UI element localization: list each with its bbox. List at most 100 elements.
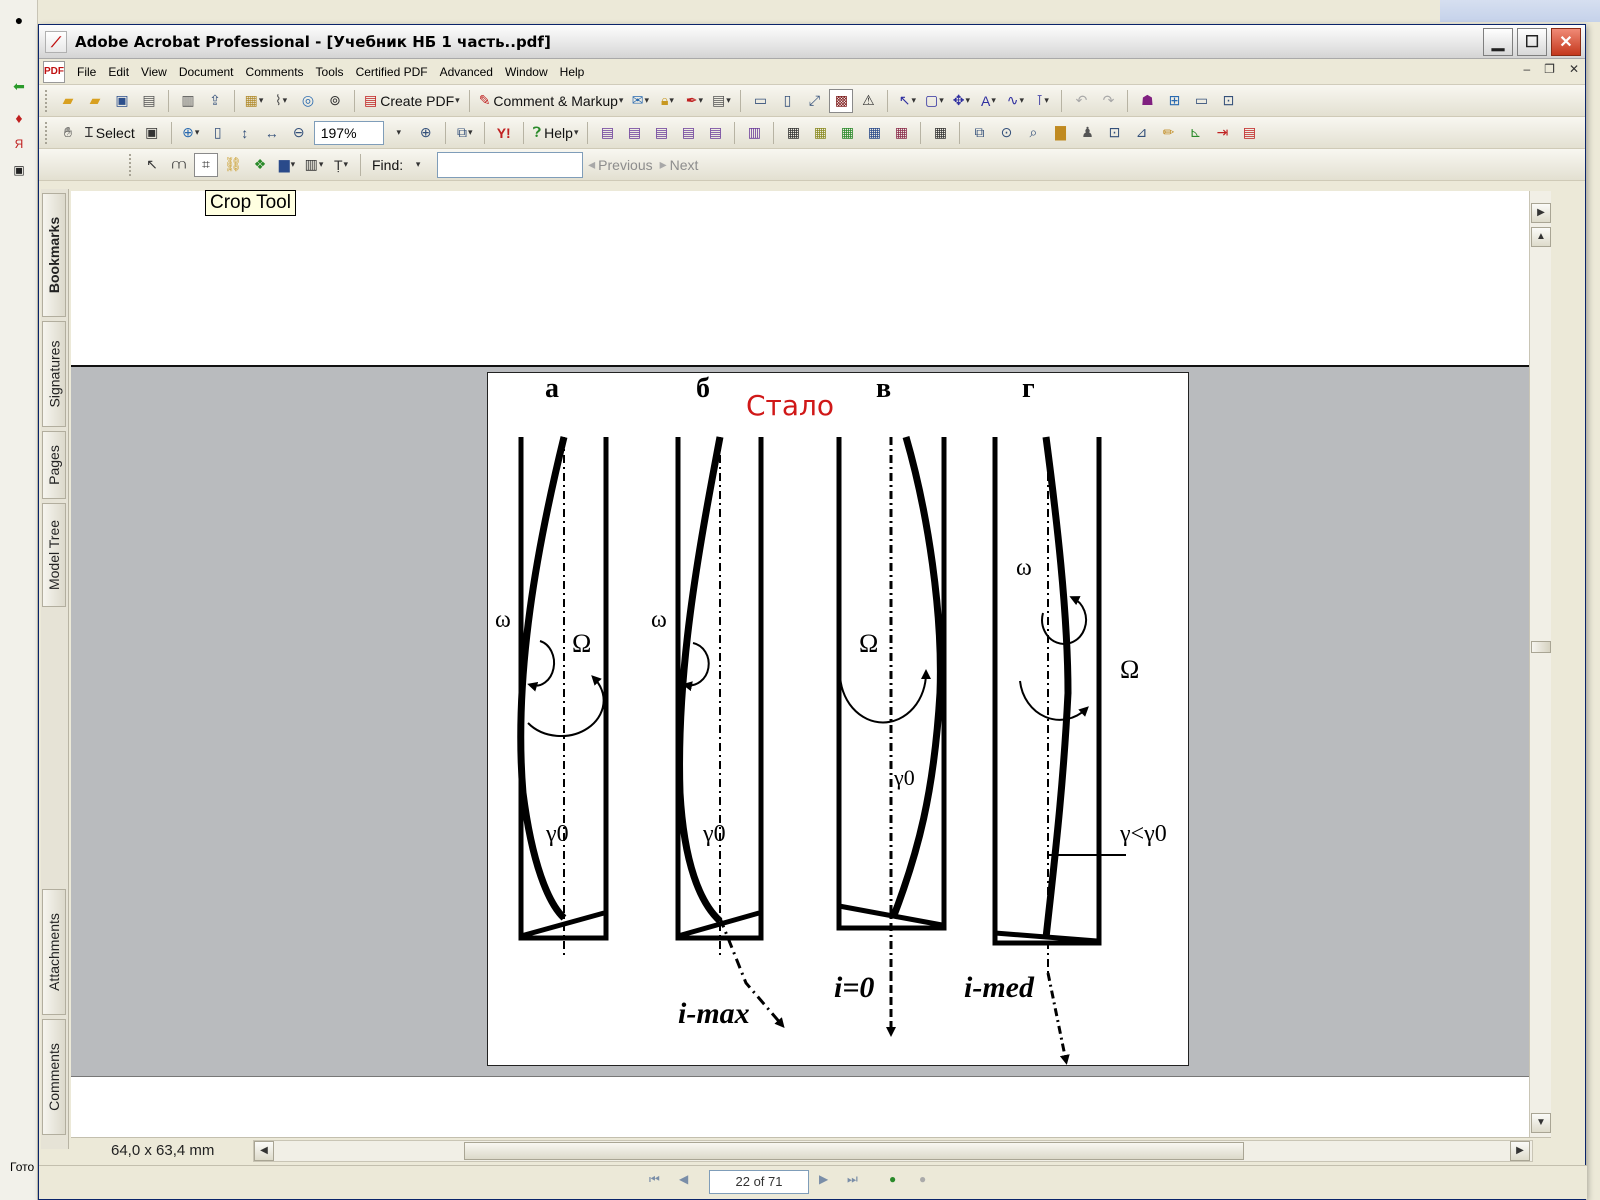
select-text-button[interactable]: Ɪ Select [83,121,137,145]
zoom-out-icon[interactable]: ⊖ [287,121,311,145]
bird-icon[interactable]: ♦ [6,106,32,130]
window2-icon[interactable]: ⊡ [1216,89,1240,113]
doc-tool-2-icon[interactable]: ▤ [622,121,646,145]
pointer-tool-icon[interactable]: ↖ [140,153,164,177]
find-label[interactable]: Find: [372,157,403,173]
horizontal-scrollbar[interactable]: ◀ ▶ [253,1139,1533,1162]
magnifier-icon[interactable]: ⌕ [1021,121,1045,145]
comment-markup-button[interactable]: ✎ Comment & Markup [477,89,626,113]
find-next-button[interactable]: ▸ Next [658,153,701,177]
minimize-button[interactable]: ▁ [1483,28,1513,56]
menu-certified-pdf[interactable]: Certified PDF [350,63,434,81]
doc-minimize-button[interactable]: – [1523,62,1530,76]
tab-model-tree[interactable]: Model Tree [42,503,66,607]
page-tool-6-icon[interactable]: ▦ [928,121,952,145]
open-folder-icon[interactable]: ▰ [56,89,80,113]
doc-tool-6-icon[interactable]: ▥ [742,121,766,145]
scroll-left-icon[interactable]: ◀ [254,1140,274,1161]
movie-tool-icon[interactable]: ▥ [302,153,326,177]
page-layout-icon[interactable]: ⧉ [453,121,477,145]
email-icon[interactable]: ◎ [296,89,320,113]
zoom-in-tool-icon[interactable]: ⊕ [179,121,203,145]
maximize-button[interactable]: ☐ [1517,28,1547,56]
back-arrow-icon[interactable]: ⬅ [6,74,32,98]
last-page-icon[interactable]: ⏭ [847,1172,858,1187]
pencil-icon[interactable]: ✏ [1156,121,1180,145]
tab-attachments[interactable]: Attachments [42,889,66,1015]
create-pdf-button[interactable]: ▤ Create PDF [362,89,462,113]
actual-size-icon[interactable]: ▯ [206,121,230,145]
link-chain-icon[interactable]: ⛓︎ [221,153,245,177]
organizer-dropdown-icon[interactable]: ▦ [242,89,266,113]
menu-document[interactable]: Document [173,63,240,81]
organizer-icon[interactable]: ▰ [83,89,107,113]
menu-file[interactable]: File [71,63,102,81]
print-setup-icon[interactable]: ▥ [176,89,200,113]
toolbar-grip[interactable] [45,89,49,112]
fit-page-icon[interactable]: ▭ [748,89,772,113]
send-review-icon[interactable]: ✉ [628,89,652,113]
secure-lock-icon[interactable]: 🔒︎ [655,89,679,113]
rectangle-tool-icon[interactable]: ▢ [922,89,946,113]
menu-comments[interactable]: Comments [240,63,310,81]
page-tool-2-icon[interactable]: ▦ [808,121,832,145]
go-forward-icon[interactable]: ● [919,1172,926,1186]
menu-edit[interactable]: Edit [102,63,135,81]
move-tool-icon[interactable]: ✥ [949,89,973,113]
menu-help[interactable]: Help [554,63,591,81]
document-view[interactable]: а б в г Стало ω Ω γ0 ω γ0 Ω γ0 ω Ω γ<γ0 … [71,191,1529,1137]
fit-height-icon[interactable]: ↕ [233,121,257,145]
find-options-icon[interactable]: ▾ [406,153,430,177]
close-button[interactable]: ✕ [1551,28,1581,56]
tab-comments[interactable]: Comments [42,1019,66,1135]
toolbar-grip[interactable] [129,153,133,176]
go-back-icon[interactable]: ● [889,1172,896,1186]
scroll-down-icon[interactable]: ▼ [1531,1113,1551,1133]
sign-pen-icon[interactable]: ✒ [682,89,706,113]
text-tool-icon[interactable]: A [976,89,1000,113]
forms-icon[interactable]: ▤ [709,89,733,113]
3d-tool-icon[interactable]: ❖ [248,153,272,177]
redo-icon[interactable]: ↷ [1096,89,1120,113]
hand-tool-icon[interactable]: ✋︎ [56,121,80,145]
scroll-up-icon[interactable]: ▲ [1531,227,1551,247]
single-page-icon[interactable]: ▯ [775,89,799,113]
first-page-icon[interactable]: ⏮ [649,1172,660,1187]
panel-arrow-icon[interactable]: ▶ [1531,203,1551,223]
reflow-icon[interactable]: ⊡ [1102,121,1126,145]
page-number-field[interactable]: 22 of 71 [709,1170,809,1194]
page-tool-4-icon[interactable]: ▦ [862,121,886,145]
attach-icon[interactable]: ⌇ [269,89,293,113]
fit-width-icon[interactable]: ↔ [260,121,284,145]
previous-page-icon[interactable]: ◀ [679,1172,688,1186]
organize-icon[interactable]: ⊞ [1162,89,1186,113]
print-icon[interactable]: ▤ [137,89,161,113]
touchup-tool-icon[interactable]: ⊺ [1030,89,1054,113]
yandex-icon[interactable]: Я [6,132,32,156]
window-icon[interactable]: ▭ [1189,89,1213,113]
accessibility-icon[interactable]: ☗ [1135,89,1159,113]
title-bar[interactable]: ⟋ Adobe Acrobat Professional - [Учебник … [39,25,1585,59]
doc-tool-3-icon[interactable]: ▤ [649,121,673,145]
color-icon[interactable]: ▇ [1048,121,1072,145]
rotate-view-icon[interactable]: ⤢ [802,89,826,113]
zoom-level-field[interactable]: 197% [313,120,384,145]
stamp-icon[interactable]: ♟ [1075,121,1099,145]
tab-bookmarks[interactable]: Bookmarks [42,193,66,317]
tab-pages[interactable]: Pages [42,431,66,499]
text-field-tool-icon[interactable]: Ṭ [329,153,353,177]
find-input[interactable] [437,151,584,178]
crop-tool-icon[interactable]: ⌗ [194,152,218,177]
doc-tool-4-icon[interactable]: ▤ [676,121,700,145]
extract-icon[interactable]: ⧉ [967,121,991,145]
pdf-icon[interactable]: ▤ [1237,121,1261,145]
page-tool-5-icon[interactable]: ▦ [889,121,913,145]
page-search-icon[interactable]: ⊙ [994,121,1018,145]
page-tool-1-icon[interactable]: ▦ [781,121,805,145]
shortcut-icon[interactable]: ▣ [6,158,32,182]
link-tool-icon[interactable]: ∿ [1003,89,1027,113]
document-icon[interactable]: PDF [43,60,65,83]
menu-tools[interactable]: Tools [310,63,350,81]
zoom-in-icon[interactable]: ⊕ [414,121,438,145]
doc-tool-1-icon[interactable]: ▤ [595,121,619,145]
